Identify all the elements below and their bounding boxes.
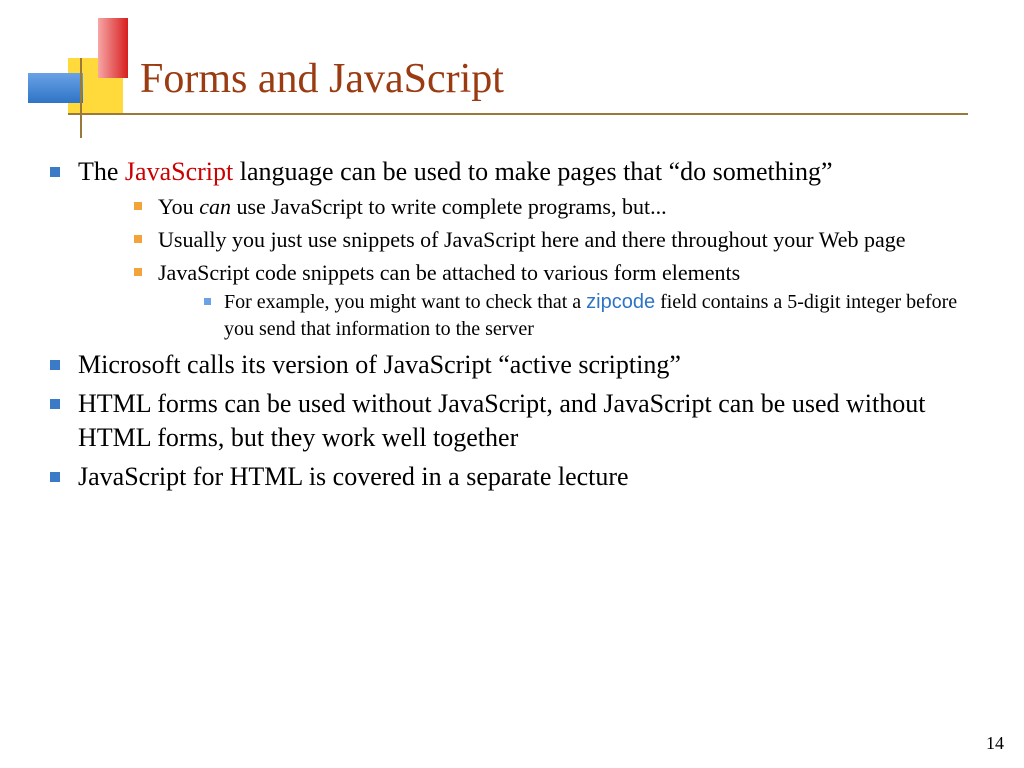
bullet-level2: You can use JavaScript to write complete… xyxy=(134,192,984,221)
horizontal-rule-icon xyxy=(68,113,968,115)
vertical-rule-icon xyxy=(80,58,82,138)
text-fragment: For example, you might want to check tha… xyxy=(224,291,586,313)
slide-title: Forms and JavaScript xyxy=(140,55,504,103)
slide: Forms and JavaScript The JavaScript lang… xyxy=(0,0,1024,768)
corner-decoration xyxy=(28,18,148,128)
bullet-level1: HTML forms can be used without JavaScrip… xyxy=(50,387,984,454)
bullet-level1: Microsoft calls its version of JavaScrip… xyxy=(50,348,984,381)
page-number: 14 xyxy=(986,733,1004,754)
text-fragment: language can be used to make pages that … xyxy=(233,157,832,186)
text-emphasis-italic: can xyxy=(199,194,231,219)
bullet-level2: Usually you just use snippets of JavaScr… xyxy=(134,225,984,254)
bullet-level1: The JavaScript language can be used to m… xyxy=(50,155,984,342)
text-code: zipcode xyxy=(586,291,655,313)
bullet-level3: For example, you might want to check tha… xyxy=(204,289,984,342)
blue-block-icon xyxy=(28,73,83,103)
bullet-level1: JavaScript for HTML is covered in a sepa… xyxy=(50,460,984,493)
red-block-icon xyxy=(98,18,128,78)
text-emphasis-red: JavaScript xyxy=(125,157,233,186)
text-fragment: The xyxy=(78,157,125,186)
bullet-level2: JavaScript code snippets can be attached… xyxy=(134,258,984,342)
slide-body: The JavaScript language can be used to m… xyxy=(50,155,984,499)
text-fragment: JavaScript code snippets can be attached… xyxy=(158,260,740,285)
text-fragment: You xyxy=(158,194,199,219)
text-fragment: use JavaScript to write complete program… xyxy=(231,194,667,219)
